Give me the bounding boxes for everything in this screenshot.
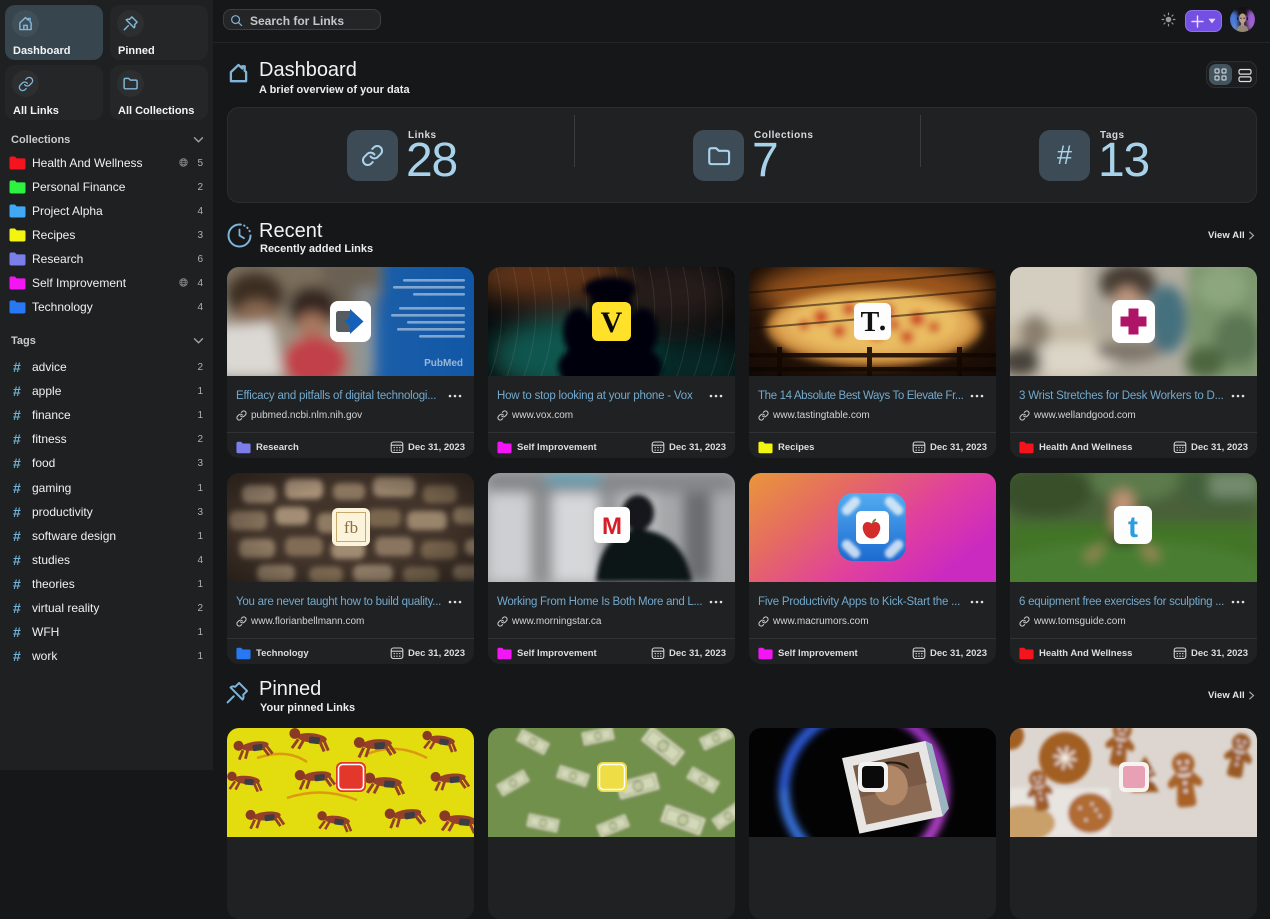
svg-text:fb: fb xyxy=(344,518,358,537)
svg-text:T: T xyxy=(861,307,880,338)
svg-text:M: M xyxy=(602,513,622,540)
svg-text:t: t xyxy=(1128,511,1138,544)
svg-text:V: V xyxy=(601,306,623,339)
svg-text:PubMed: PubMed xyxy=(424,358,463,369)
